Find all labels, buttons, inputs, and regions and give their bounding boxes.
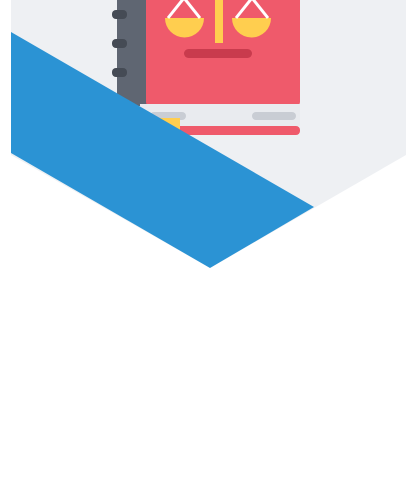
binding-ring bbox=[112, 10, 127, 19]
scales-base bbox=[184, 49, 252, 58]
hexagon-badge bbox=[0, 0, 408, 485]
page-line bbox=[252, 112, 296, 120]
scales-pillar bbox=[215, 0, 223, 43]
law-book-badge-illustration bbox=[11, 0, 406, 268]
binding-ring bbox=[112, 39, 127, 48]
binding-ring bbox=[112, 68, 127, 77]
